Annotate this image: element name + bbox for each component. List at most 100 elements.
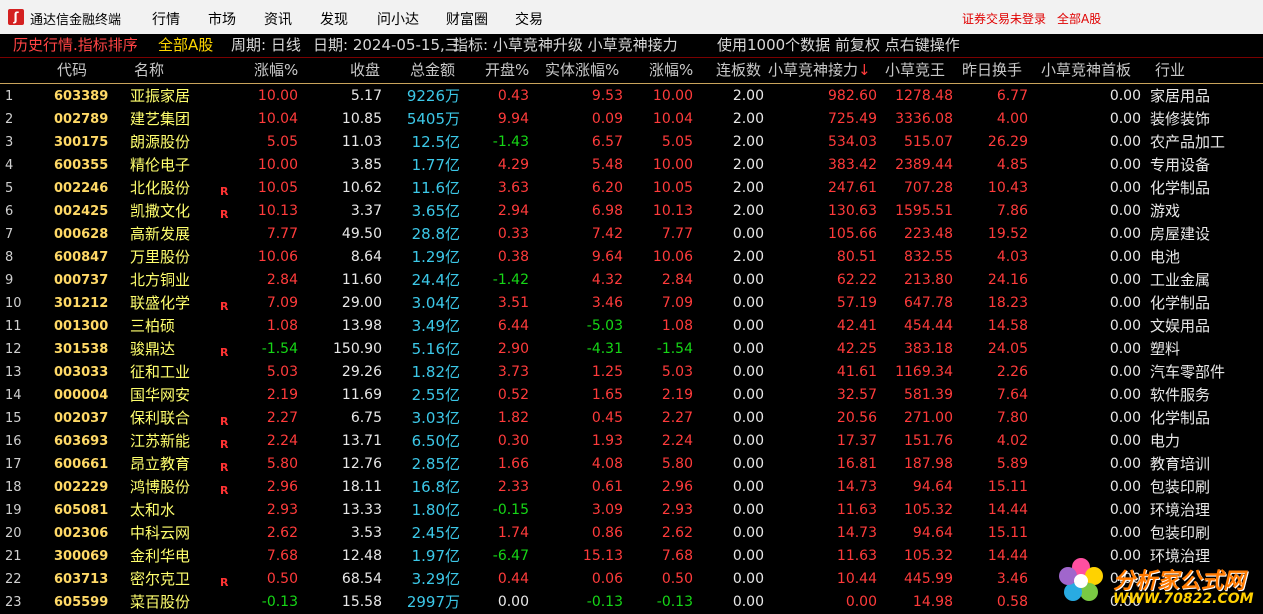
relay-value: 534.03 (828, 134, 877, 150)
header-code[interactable]: 代码 (57, 58, 87, 83)
consecutive-boards: 0.00 (732, 295, 764, 311)
table-row[interactable]: 8 600847 万里股份 10.06 8.64 1.29亿 0.38 9.64 10.06 2.… (0, 246, 1263, 269)
relay-value: 383.42 (828, 157, 877, 173)
menu-item-quotes[interactable]: 行情 (152, 9, 180, 29)
body-rise-pct: 0.45 (591, 410, 623, 426)
stock-name: 凯撒文化 (130, 202, 191, 220)
rise-pct-2: 2.96 (661, 479, 693, 495)
table-row[interactable]: 4 600355 精伦电子 10.00 3.85 1.77亿 4.29 5.48 10.00 2.… (0, 154, 1263, 177)
stock-code: 002246 (54, 181, 109, 196)
login-status-link[interactable]: 证券交易未登录 (962, 10, 1046, 27)
consecutive-boards: 0.00 (732, 479, 764, 495)
indicator-label[interactable]: 指标: 小草竞神升级 小草竞神接力 (453, 34, 678, 57)
body-rise-pct: -5.03 (586, 318, 623, 334)
menu-item-trade[interactable]: 交易 (515, 9, 543, 29)
date-label[interactable]: 日期: 2024-05-15,三 (313, 34, 460, 57)
close-price: 13.71 (341, 433, 382, 449)
stock-name: 密尔克卫 (130, 570, 191, 588)
header-relay[interactable]: 小草竞神接力↓ (768, 58, 871, 83)
first-board-value: 0.00 (1109, 111, 1141, 127)
header-body-rise[interactable]: 实体涨幅% (545, 58, 619, 83)
header-first-board[interactable]: 小草竞神首板 (1041, 58, 1131, 83)
header-king[interactable]: 小草竞王 (885, 58, 945, 83)
table-row[interactable]: 20 002306 中科云网 2.62 3.53 2.45亿 1.74 0.86 2.62 0.0… (0, 522, 1263, 545)
table-row[interactable]: 14 000004 国华网安 2.19 11.69 2.55亿 0.52 1.65 2.19 0.… (0, 384, 1263, 407)
rise-pct: 2.62 (266, 525, 298, 541)
relay-value: 41.61 (836, 364, 877, 380)
market-selector[interactable]: 全部A股 (1057, 10, 1101, 27)
header-turnover[interactable]: 昨日换手 (962, 58, 1022, 83)
header-rise-2[interactable]: 涨幅% (649, 58, 693, 83)
prev-turnover: 3.46 (996, 571, 1028, 587)
table-row[interactable]: 10 301212 联盛化学 R 7.09 29.00 3.04亿 3.51 3.46 7.09 0… (0, 292, 1263, 315)
total-amount: 2997万 (406, 593, 460, 611)
table-row[interactable]: 3 300175 朗源股份 5.05 11.03 12.5亿 -1.43 6.57 5.05 2.… (0, 131, 1263, 154)
table-row[interactable]: 18 002229 鸿博股份 R 2.96 18.11 16.8亿 2.33 0.61 2.96 0… (0, 476, 1263, 499)
header-industry[interactable]: 行业 (1155, 58, 1185, 83)
rise-pct-2: 10.00 (652, 157, 693, 173)
rise-pct: 2.27 (266, 410, 298, 426)
body-rise-pct: 0.09 (591, 111, 623, 127)
table-row[interactable]: 12 301538 骏鼎达 R -1.54 150.90 5.16亿 2.90 -4.31 -1.… (0, 338, 1263, 361)
king-value: 647.78 (904, 295, 953, 311)
relay-value: 10.44 (836, 571, 877, 587)
table-row[interactable]: 16 603693 江苏新能 R 2.24 13.71 6.50亿 0.30 1.93 2.24 0… (0, 430, 1263, 453)
relay-value: 80.51 (836, 249, 877, 265)
open-pct: 2.33 (497, 479, 529, 495)
market-scope[interactable]: 全部A股 (158, 34, 213, 57)
row-index: 17 (5, 457, 22, 472)
body-rise-pct: 4.08 (591, 456, 623, 472)
menu-item-ask[interactable]: 问小达 (377, 9, 419, 29)
row-index: 8 (5, 250, 14, 265)
menu-item-news[interactable]: 资讯 (264, 9, 292, 29)
table-row[interactable]: 9 000737 北方铜业 2.84 11.60 24.4亿 -1.42 4.32 2.84 0.… (0, 269, 1263, 292)
prev-turnover: 5.89 (996, 456, 1028, 472)
total-amount: 1.29亿 (411, 248, 460, 266)
table-row[interactable]: 2 002789 建艺集团 10.04 10.85 5405万 9.94 0.09 10.04 2… (0, 108, 1263, 131)
row-index: 13 (5, 365, 22, 380)
stock-name: 国华网安 (130, 386, 191, 404)
menu-item-discover[interactable]: 发现 (320, 9, 348, 29)
header-rise[interactable]: 涨幅% (254, 58, 298, 83)
header-boards[interactable]: 连板数 (716, 58, 761, 83)
rise-pct-2: -0.13 (656, 594, 693, 610)
total-amount: 9226万 (406, 87, 460, 105)
consecutive-boards: 0.00 (732, 318, 764, 334)
total-amount: 3.29亿 (411, 570, 460, 588)
header-name[interactable]: 名称 (134, 58, 164, 83)
rise-pct-2: 1.08 (661, 318, 693, 334)
table-row[interactable]: 7 000628 高新发展 7.77 49.50 28.8亿 0.33 7.42 7.77 0.0… (0, 223, 1263, 246)
rise-pct-2: 2.84 (661, 272, 693, 288)
king-value: 454.44 (904, 318, 953, 334)
industry: 装修装饰 (1150, 110, 1211, 128)
header-open[interactable]: 开盘% (485, 58, 529, 83)
industry: 包装印刷 (1150, 524, 1211, 542)
table-row[interactable]: 5 002246 北化股份 R 10.05 10.62 11.6亿 3.63 6.20 10.05… (0, 177, 1263, 200)
table-row[interactable]: 1 603389 亚振家居 10.00 5.17 9226万 0.43 9.53 10.00 2.… (0, 85, 1263, 108)
row-index: 14 (5, 388, 22, 403)
first-board-value: 0.00 (1109, 295, 1141, 311)
row-index: 22 (5, 572, 22, 587)
table-row[interactable]: 17 600661 昂立教育 R 5.80 12.76 2.85亿 1.66 4.08 5.80 0… (0, 453, 1263, 476)
menu-item-wealth-circle[interactable]: 财富圈 (446, 9, 488, 29)
table-row[interactable]: 11 001300 三柏硕 1.08 13.98 3.49亿 6.44 -5.03 1.08 0.… (0, 315, 1263, 338)
row-index: 12 (5, 342, 22, 357)
header-close[interactable]: 收盘 (350, 58, 380, 83)
table-row[interactable]: 13 003033 征和工业 5.03 29.26 1.82亿 3.73 1.25 5.03 0.… (0, 361, 1263, 384)
rise-pct-2: 2.93 (661, 502, 693, 518)
table-row[interactable]: 15 002037 保利联合 R 2.27 6.75 3.03亿 1.82 0.45 2.27 0.… (0, 407, 1263, 430)
menu-item-market[interactable]: 市场 (208, 9, 236, 29)
consecutive-boards: 2.00 (732, 180, 764, 196)
table-row[interactable]: 19 605081 太和水 2.93 13.33 1.80亿 -0.15 3.09 2.93 0.… (0, 499, 1263, 522)
row-index: 3 (5, 135, 14, 150)
stock-name: 朗源股份 (130, 133, 191, 151)
industry: 家居用品 (1150, 87, 1211, 105)
stock-name: 北化股份 (130, 179, 191, 197)
open-pct: 0.43 (497, 88, 529, 104)
stock-name: 菜百股份 (130, 593, 191, 611)
table-row[interactable]: 6 002425 凯撒文化 R 10.13 3.37 3.65亿 2.94 6.98 10.13 2… (0, 200, 1263, 223)
header-amount[interactable]: 总金额 (410, 58, 455, 83)
row-index: 19 (5, 503, 22, 518)
row-index: 20 (5, 526, 22, 541)
period-label[interactable]: 周期: 日线 (231, 34, 301, 57)
